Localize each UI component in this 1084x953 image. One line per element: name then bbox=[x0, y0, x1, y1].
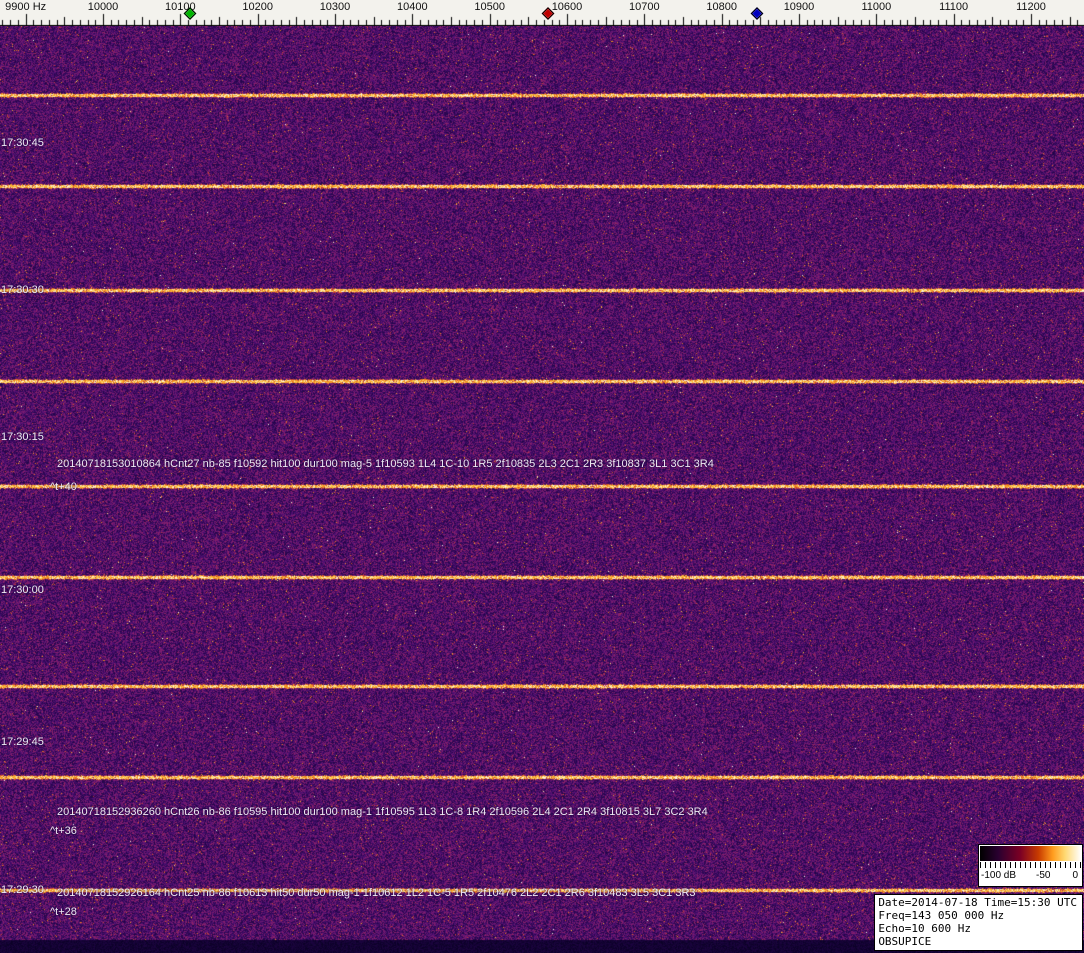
time-axis-label: 17:30:30 bbox=[1, 284, 44, 296]
event-annotation-text: ^t+28 bbox=[50, 906, 77, 918]
info-station-line: OBSUPICE bbox=[878, 935, 1077, 948]
frequency-ruler[interactable]: 9900 Hz 10000 10100 10200 10300 10400 10500 106… bbox=[0, 0, 1084, 26]
color-gradient-bar bbox=[980, 846, 1081, 861]
ruler-frequency-label: 11200 bbox=[1016, 1, 1046, 13]
ruler-frequency-label: 10600 bbox=[552, 1, 583, 13]
legend-tick-marks bbox=[980, 862, 1081, 868]
info-freq-line: Freq=143 050 000 Hz bbox=[878, 909, 1077, 922]
ruler-frequency-label: 9900 Hz bbox=[5, 1, 46, 13]
time-axis-label: 17:30:45 bbox=[1, 137, 44, 149]
event-annotation-text: ^t+36 bbox=[50, 825, 77, 837]
ruler-frequency-label: 10500 bbox=[474, 1, 505, 13]
ruler-frequency-label: 10800 bbox=[706, 1, 737, 13]
ruler-frequency-label: 10400 bbox=[397, 1, 428, 13]
spectrum-waterfall-window: 9900 Hz 10000 10100 10200 10300 10400 10500 106… bbox=[0, 0, 1084, 953]
ruler-frequency-label: 10700 bbox=[629, 1, 660, 13]
info-echo-line: Echo=10 600 Hz bbox=[878, 922, 1077, 935]
ruler-frequency-label: 11000 bbox=[861, 1, 891, 13]
ruler-frequency-label: 10300 bbox=[320, 1, 351, 13]
ruler-frequency-label: 11100 bbox=[939, 1, 968, 13]
legend-max-label: 0 bbox=[1072, 870, 1078, 881]
time-axis-label: 17:30:15 bbox=[1, 431, 44, 443]
legend-mid-label: -50 bbox=[1036, 870, 1050, 881]
legend-labels: -100 dB -50 0 bbox=[979, 870, 1082, 884]
event-annotation-text: 20140718153010864 hCnt27 nb-85 f10592 hi… bbox=[57, 458, 714, 470]
event-annotation-text: ^t+40 bbox=[50, 481, 77, 493]
info-date-line: Date=2014-07-18 Time=15:30 UTC bbox=[878, 896, 1077, 909]
station-info-box: Date=2014-07-18 Time=15:30 UTC Freq=143 … bbox=[874, 894, 1083, 951]
event-annotation-text: 20140718152936260 hCnt26 nb-86 f10595 hi… bbox=[57, 806, 708, 818]
color-scale-legend: -100 dB -50 0 bbox=[978, 844, 1083, 887]
event-annotation-text: 20140718152926164 hCnt25 nb-86 f10613 hi… bbox=[57, 887, 696, 899]
ruler-frequency-label: 10200 bbox=[242, 1, 273, 13]
legend-min-label: -100 dB bbox=[981, 870, 1016, 881]
time-axis-label: 17:30:00 bbox=[1, 584, 44, 596]
time-axis-label: 17:29:30 bbox=[1, 884, 44, 896]
ruler-frequency-label: 10900 bbox=[784, 1, 815, 13]
time-axis-label: 17:29:45 bbox=[1, 736, 44, 748]
ruler-frequency-label: 10000 bbox=[88, 1, 119, 13]
